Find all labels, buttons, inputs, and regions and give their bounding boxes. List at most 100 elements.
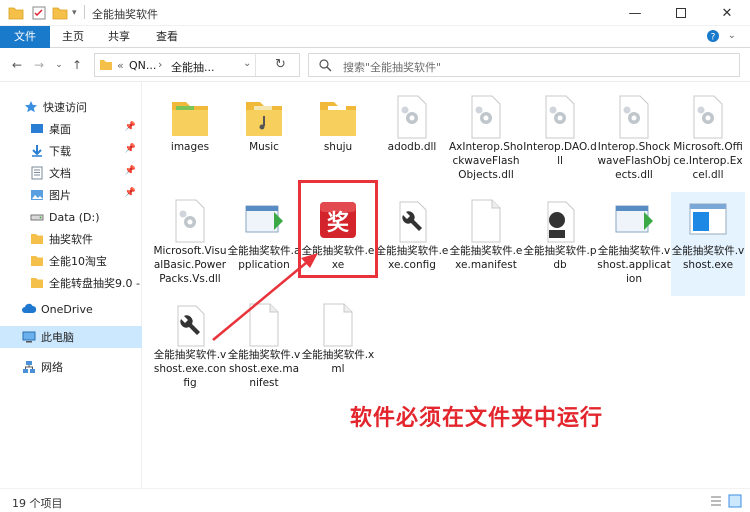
maximize-icon[interactable]	[658, 0, 704, 26]
file-item[interactable]: adodb.dll	[375, 88, 449, 192]
file-item[interactable]: 全能抽奖软件.xml	[301, 296, 375, 400]
sidebar-item-label: 桌面	[49, 123, 71, 136]
breadcrumb-overflow[interactable]: «	[117, 59, 124, 72]
file-item[interactable]: Microsoft.VisualBasic.PowerPacks.Vs.dll	[153, 192, 227, 296]
sidebar-item-wheel-folder[interactable]: 全能转盘抽奖9.0 - 源	[0, 272, 142, 294]
sidebar-item-network[interactable]: 网络	[0, 356, 142, 378]
file-item[interactable]: 全能抽奖软件.vshost.exe.manifest	[227, 296, 301, 400]
close-icon[interactable]: ✕	[704, 0, 750, 26]
dll-icon	[175, 199, 205, 243]
file-item[interactable]: AxInterop.ShockwaveFlashObjects.dll	[449, 88, 523, 192]
sidebar-item-this-pc[interactable]: 此电脑	[0, 326, 142, 348]
file-item[interactable]: 全能抽奖软件.vshost.exe.config	[153, 296, 227, 400]
file-name: 全能抽奖软件.exe.manifest	[449, 245, 523, 271]
sidebar-item-quick-access[interactable]: 快速访问	[0, 96, 142, 118]
network-icon	[23, 361, 35, 373]
file-icon	[323, 303, 353, 347]
star-icon	[25, 101, 37, 113]
file-item[interactable]: 全能抽奖软件.exe.config	[375, 192, 449, 296]
folder-icon	[31, 278, 43, 288]
navigation-pane: 快速访问 桌面 📌 下载 📌 文档 📌 图片 📌 Data (D:) 抽奖软件 …	[0, 82, 142, 488]
sidebar-item-onedrive[interactable]: OneDrive	[0, 298, 142, 320]
sidebar-item-desktop[interactable]: 桌面 📌	[0, 118, 142, 140]
breadcrumb-sep-icon: ›	[158, 58, 163, 71]
breadcrumb-qn[interactable]: QN...	[129, 59, 156, 72]
sidebar-item-documents[interactable]: 文档 📌	[0, 162, 142, 184]
computer-icon	[22, 331, 36, 343]
recent-dropdown-icon[interactable]: ⌄	[50, 57, 68, 73]
file-item[interactable]: images	[153, 88, 227, 192]
sidebar-item-label: Data (D:)	[49, 210, 100, 224]
file-item[interactable]: 全能抽奖软件.exe.manifest	[449, 192, 523, 296]
qa-dropdown-icon[interactable]: ▾	[72, 5, 77, 21]
window-title: 全能抽奖软件	[92, 8, 158, 21]
application-icon	[615, 205, 653, 233]
sidebar-item-label: OneDrive	[41, 302, 93, 316]
file-name: adodb.dll	[387, 141, 437, 153]
up-icon[interactable]: ↑	[68, 57, 86, 73]
sidebar-item-label: 抽奖软件	[49, 233, 93, 246]
minimize-icon[interactable]: —	[612, 0, 658, 26]
pin-icon[interactable]: 📌	[125, 122, 136, 132]
large-icons-view-icon[interactable]	[728, 494, 742, 508]
search-input[interactable]: 搜索"全能抽奖软件"	[308, 53, 740, 77]
help-icon[interactable]: ?	[706, 29, 720, 46]
tab-home[interactable]: 主页	[52, 26, 94, 48]
sidebar-item-downloads[interactable]: 下载 📌	[0, 140, 142, 162]
address-dropdown-icon[interactable]: ⌄	[243, 58, 251, 69]
file-item[interactable]: 全能抽奖软件.vshost.exe	[671, 192, 745, 296]
sidebar-item-data-drive[interactable]: Data (D:)	[0, 206, 142, 228]
file-item[interactable]: 全能抽奖软件.pdb	[523, 192, 597, 296]
tab-view[interactable]: 查看	[146, 26, 188, 48]
config-icon	[177, 305, 205, 347]
pin-icon[interactable]: 📌	[125, 188, 136, 198]
search-placeholder: 搜索"全能抽奖软件"	[343, 61, 442, 74]
file-item[interactable]: 全能抽奖软件.application	[227, 192, 301, 296]
sidebar-item-label: 网络	[41, 361, 63, 374]
dll-icon	[471, 95, 501, 139]
address-row: ← → ⌄ ↑ « QN... › 全能抽... ⌄ ↻ 搜索"全能抽奖软件"	[0, 48, 750, 82]
breadcrumb-current[interactable]: 全能抽...	[171, 59, 215, 75]
file-name: 全能抽奖软件.xml	[301, 349, 375, 375]
document-icon	[31, 166, 43, 180]
file-item[interactable]: Music	[227, 88, 301, 192]
forward-icon[interactable]: →	[30, 57, 48, 73]
properties-icon[interactable]	[32, 5, 46, 21]
new-folder-icon[interactable]	[52, 5, 68, 21]
file-item[interactable]: Interop.DAO.dll	[523, 88, 597, 192]
pin-icon[interactable]: 📌	[125, 144, 136, 154]
file-item[interactable]: shuju	[301, 88, 375, 192]
status-bar: 19 个项目	[0, 488, 750, 512]
sidebar-item-pictures[interactable]: 图片 📌	[0, 184, 142, 206]
folder-icon	[8, 5, 24, 21]
pdb-icon	[547, 201, 575, 243]
tab-share[interactable]: 共享	[98, 26, 140, 48]
details-view-icon[interactable]	[710, 495, 722, 507]
sidebar-item-label: 快速访问	[43, 101, 87, 114]
sidebar-item-taobao-folder[interactable]: 全能10淘宝	[0, 250, 142, 272]
file-name: 全能抽奖软件.pdb	[523, 245, 597, 271]
folder-icon	[31, 234, 43, 244]
desktop-icon	[31, 124, 43, 133]
download-icon	[32, 145, 42, 157]
ribbon: 文件 主页 共享 查看 ⌄ ?	[0, 26, 750, 48]
item-count: 19 个项目	[12, 497, 63, 510]
annotation-callout: 软件必须在文件夹中运行	[350, 406, 604, 431]
address-divider	[255, 54, 256, 76]
folder-icon	[320, 102, 356, 136]
pin-icon[interactable]: 📌	[125, 166, 136, 176]
svg-text:?: ?	[711, 33, 716, 43]
address-bar[interactable]: « QN... › 全能抽... ⌄ ↻	[94, 53, 300, 77]
file-name: AxInterop.ShockwaveFlashObjects.dll	[449, 141, 523, 181]
refresh-icon[interactable]: ↻	[275, 57, 286, 72]
ribbon-expand-icon[interactable]: ⌄	[728, 30, 736, 41]
file-item[interactable]: Interop.ShockwaveFlashObjects.dll	[597, 88, 671, 192]
search-icon	[319, 59, 332, 72]
file-name: Music	[249, 141, 279, 153]
file-item[interactable]: Microsoft.Office.Interop.Excel.dll	[671, 88, 745, 192]
back-icon[interactable]: ←	[8, 57, 26, 73]
tab-file[interactable]: 文件	[0, 26, 50, 48]
file-item[interactable]: 全能抽奖软件.vshost.application	[597, 192, 671, 296]
sidebar-item-lottery-folder[interactable]: 抽奖软件	[0, 228, 142, 250]
folder-icon	[246, 102, 282, 136]
